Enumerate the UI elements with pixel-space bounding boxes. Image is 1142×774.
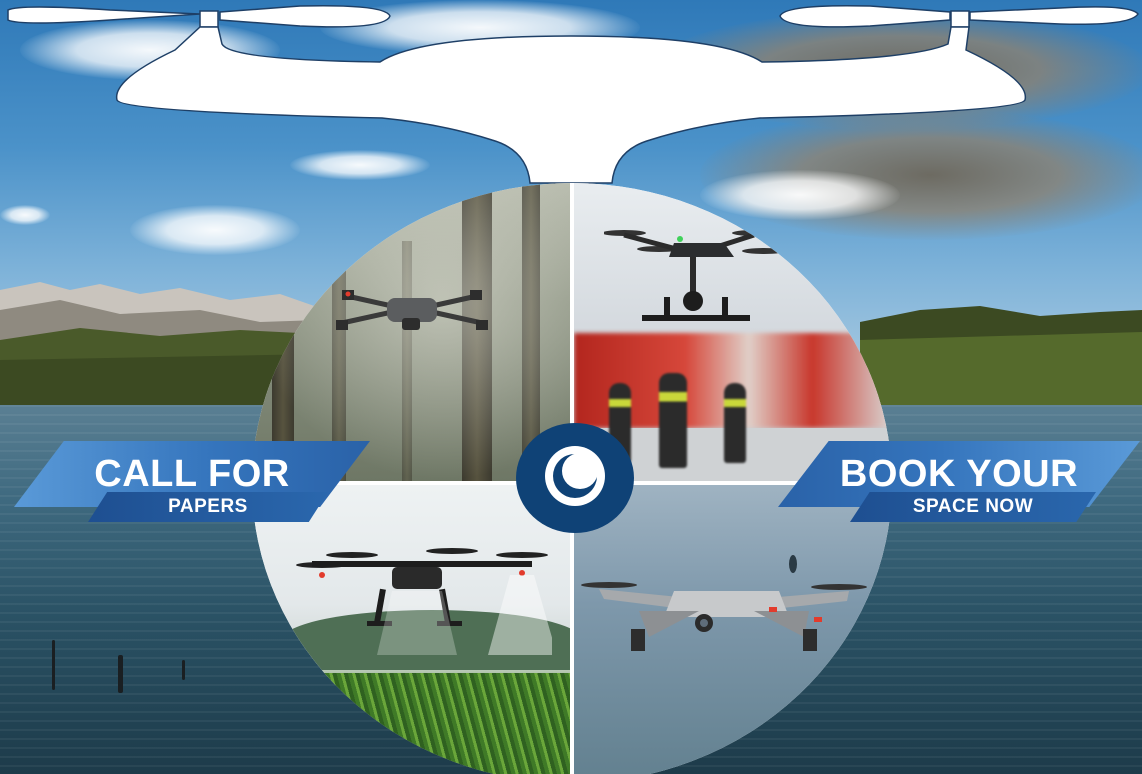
firefighter bbox=[724, 383, 746, 463]
firefighter bbox=[659, 373, 687, 468]
corn-field bbox=[252, 673, 570, 774]
drone-silhouette-frame bbox=[7, 4, 1139, 184]
water-drone bbox=[579, 577, 869, 667]
agriculture-drone bbox=[282, 545, 552, 655]
forest-drone-photo bbox=[252, 183, 570, 481]
firefighter-drone bbox=[604, 221, 784, 341]
call-for-papers-subtitle: PAPERS bbox=[88, 492, 328, 522]
center-logo bbox=[516, 423, 634, 533]
agriculture-drone-photo bbox=[252, 485, 570, 774]
reed bbox=[52, 640, 55, 690]
eye-logo-icon bbox=[540, 441, 610, 516]
reed bbox=[118, 655, 123, 693]
firefighter-drone-photo bbox=[574, 183, 892, 481]
buoy bbox=[789, 555, 797, 573]
promo-banner-scene: CALL FOR PAPERS BOOK YOUR SPACE NOW bbox=[0, 0, 1142, 774]
forest-drone bbox=[332, 278, 492, 338]
book-your-space-subtitle: SPACE NOW bbox=[850, 492, 1096, 522]
reed bbox=[182, 660, 185, 680]
water-drone-photo bbox=[574, 485, 892, 774]
cloud bbox=[0, 205, 50, 225]
